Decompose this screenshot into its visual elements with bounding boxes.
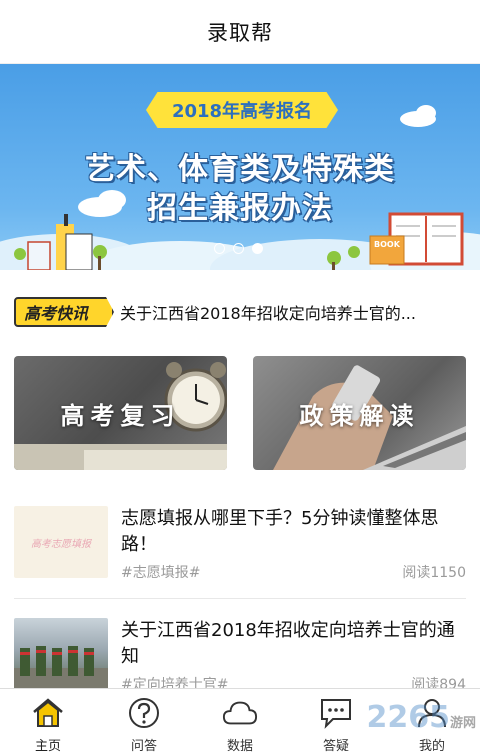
carousel-dot[interactable] — [214, 243, 225, 254]
card-policy-reading[interactable]: 政策解读 — [253, 356, 466, 470]
book-label: BOOK — [374, 240, 400, 249]
article-read-count: 阅读1150 — [402, 565, 466, 581]
article-thumbnail-text: 高考志愿填报 — [31, 538, 91, 550]
news-headline[interactable]: 关于江西省2018年招收定向培养士官的... — [120, 300, 464, 324]
soldiers-photo — [14, 646, 108, 690]
tab-data[interactable]: 数据 — [192, 689, 288, 756]
bottom-tab-bar: 主页 问答 数据 答疑 我的 — [0, 688, 480, 756]
tab-home[interactable]: 主页 — [0, 689, 96, 756]
article-item[interactable]: 高考志愿填报 志愿填报从哪里下手？5分钟读懂整体思路！ #志愿填报# 阅读115… — [14, 506, 466, 592]
article-title[interactable]: 志愿填报从哪里下手？5分钟读懂整体思路！ — [121, 506, 466, 558]
card-exam-review[interactable]: 高考复习 — [14, 356, 227, 470]
tab-profile[interactable]: 我的 — [384, 689, 480, 756]
category-cards: 高考复习 政策解读 — [14, 356, 466, 470]
news-tag-label: 高考快讯 — [24, 304, 89, 323]
banner-badge-text: 2018年高考报名 — [171, 101, 313, 122]
chat-icon — [318, 695, 354, 731]
home-icon — [30, 695, 66, 731]
top-bar: 录取帮 — [0, 0, 480, 64]
card-policy-reading-label: 政策解读 — [299, 401, 420, 430]
tab-answers-label: 答疑 — [322, 739, 349, 754]
page-title: 录取帮 — [207, 20, 273, 45]
cloud-icon — [222, 695, 258, 731]
banner-badge: 2018年高考报名 — [146, 92, 338, 128]
promo-banner[interactable]: 2018年高考报名 艺术、体育类及特殊类 招生兼报办法 BOOK — [0, 64, 480, 270]
user-icon — [414, 695, 450, 731]
carousel-dot[interactable] — [233, 243, 244, 254]
article-thumbnail — [14, 618, 108, 690]
carousel-dot-active[interactable] — [252, 243, 263, 254]
article-tag[interactable]: #志愿填报# — [121, 562, 200, 582]
question-icon — [126, 695, 162, 731]
card-exam-review-label: 高考复习 — [60, 401, 181, 430]
list-divider — [14, 598, 466, 599]
tab-qa-label: 问答 — [130, 739, 157, 754]
banner-headline-line1: 艺术、体育类及特殊类 — [85, 152, 395, 187]
carousel-dots — [214, 243, 263, 254]
article-thumbnail: 高考志愿填报 — [14, 506, 108, 578]
tab-qa[interactable]: 问答 — [96, 689, 192, 756]
article-title[interactable]: 关于江西省2018年招收定向培养士官的通知 — [121, 618, 466, 670]
tab-profile-label: 我的 — [418, 739, 445, 754]
tab-home-label: 主页 — [34, 739, 61, 754]
banner-headline-line2: 招生兼报办法 — [147, 191, 333, 226]
tab-answers[interactable]: 答疑 — [288, 689, 384, 756]
news-tag: 高考快讯 — [14, 297, 114, 327]
tab-data-label: 数据 — [226, 739, 253, 754]
news-ticker[interactable]: 高考快讯 关于江西省2018年招收定向培养士官的... — [0, 290, 480, 334]
